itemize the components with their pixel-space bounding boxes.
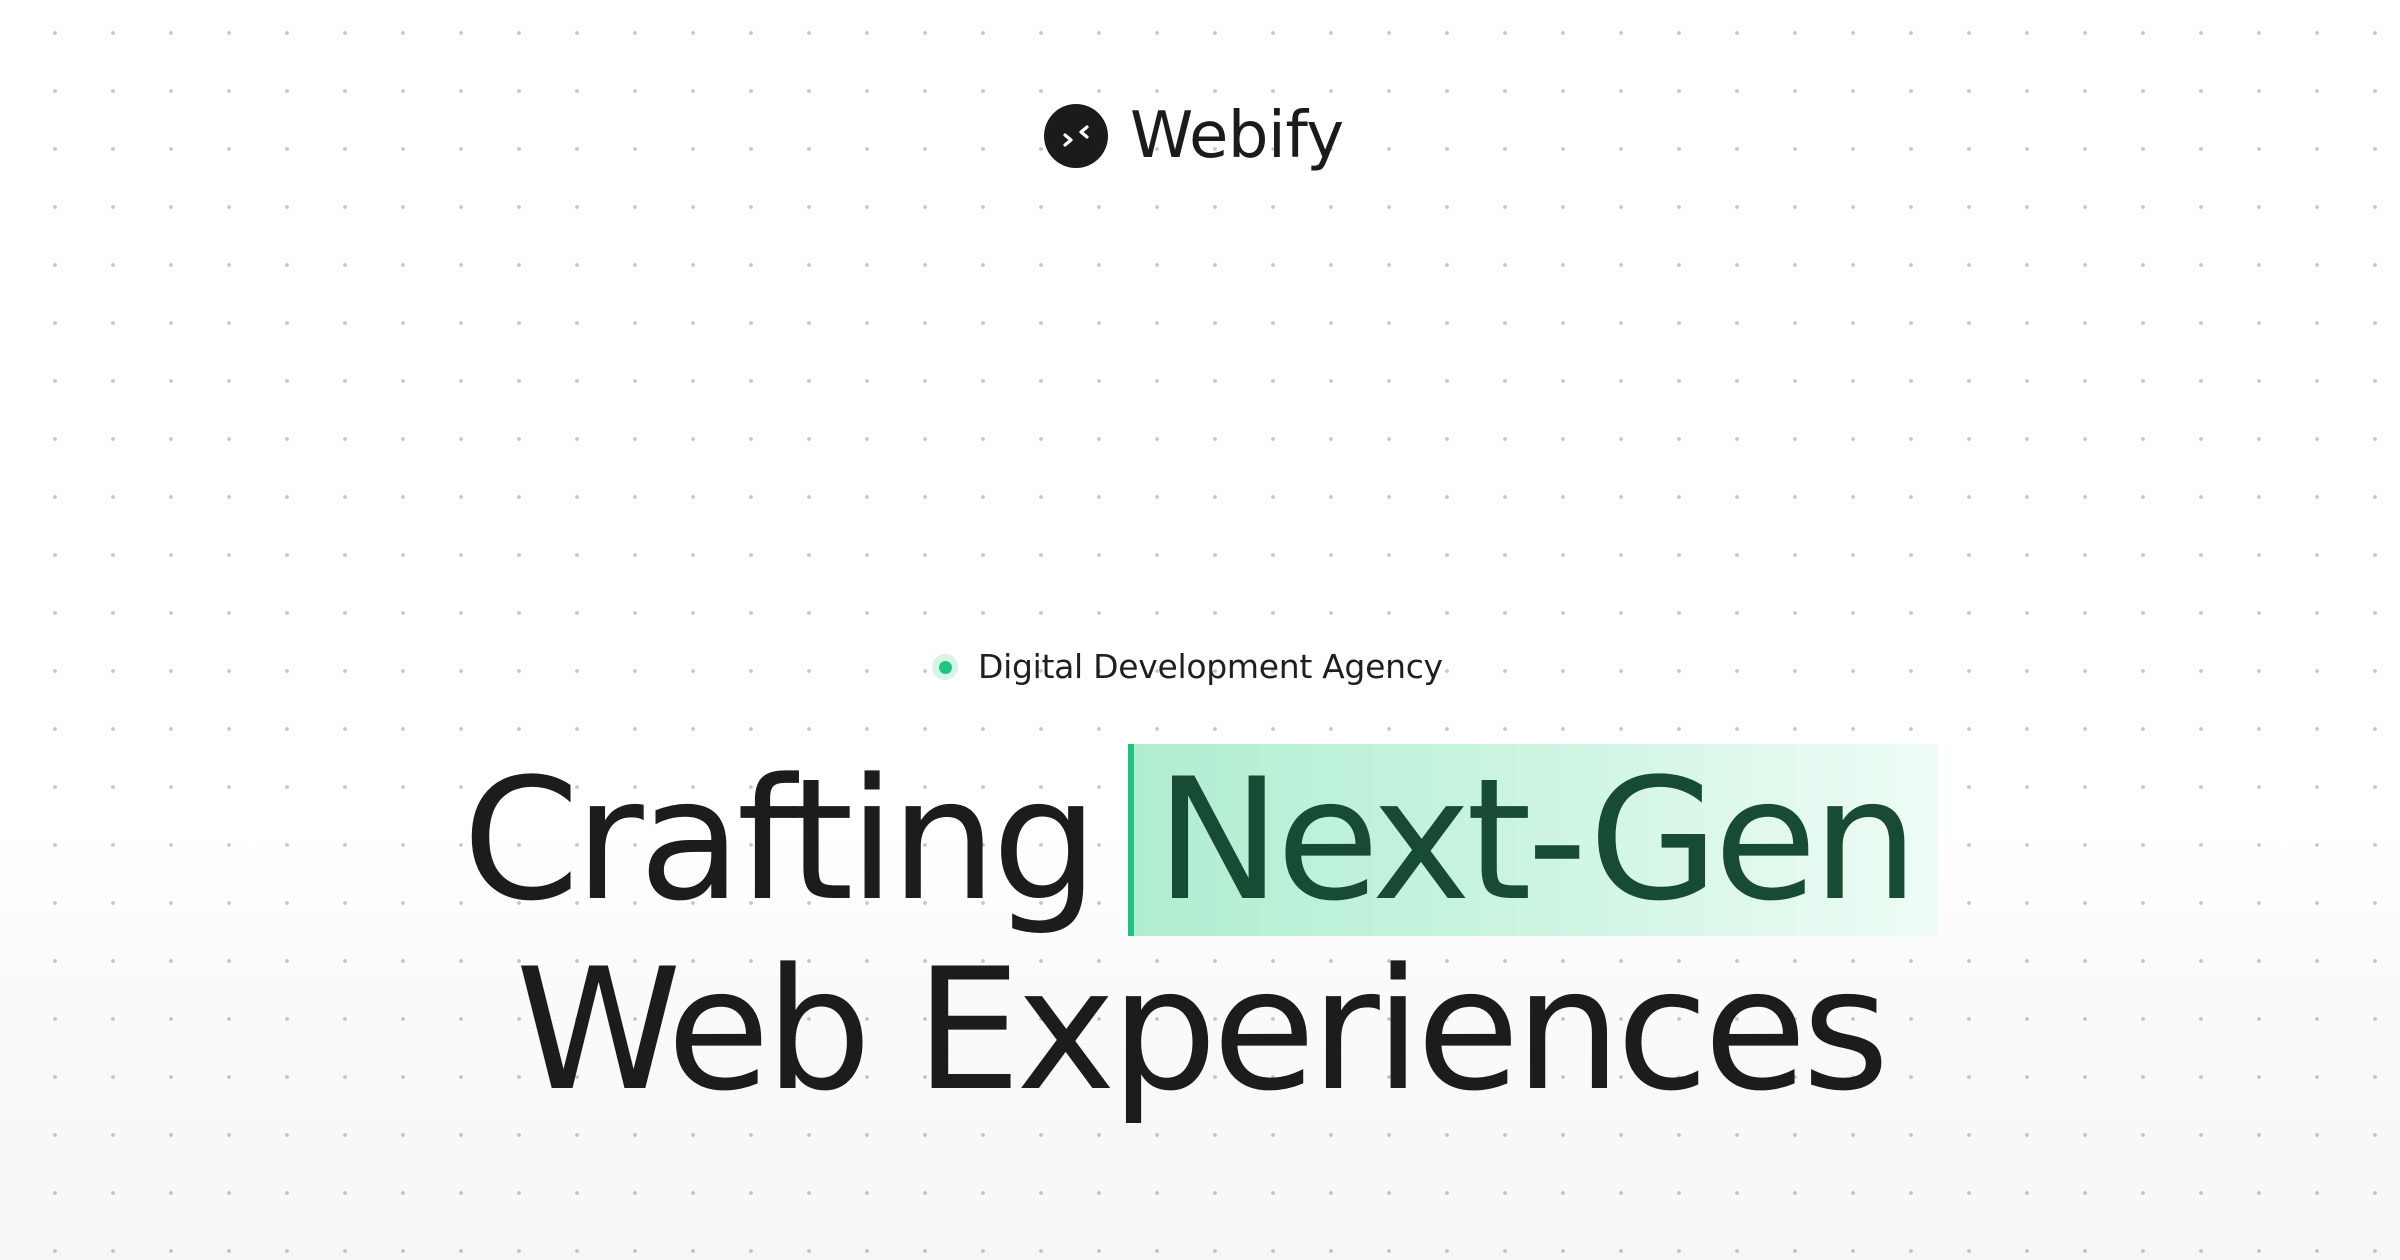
brand-logo[interactable]: Webify: [1044, 100, 1344, 172]
hero-headline-line-1: Crafting Next-Gen: [0, 740, 2400, 940]
brand-name: Webify: [1130, 99, 1344, 173]
code-arrows-icon: [1044, 104, 1108, 168]
headline-prefix: Crafting: [462, 742, 1098, 938]
hero-tagline: Digital Development Agency: [932, 644, 1443, 690]
status-dot-icon: [932, 654, 958, 680]
headline-highlight: Next-Gen: [1127, 744, 1938, 936]
page-background: Webify Digital Development Agency Crafti…: [0, 0, 2400, 1260]
tagline-text: Digital Development Agency: [978, 647, 1443, 686]
hero-headline-line-2: Web Experiences: [515, 932, 1889, 1128]
